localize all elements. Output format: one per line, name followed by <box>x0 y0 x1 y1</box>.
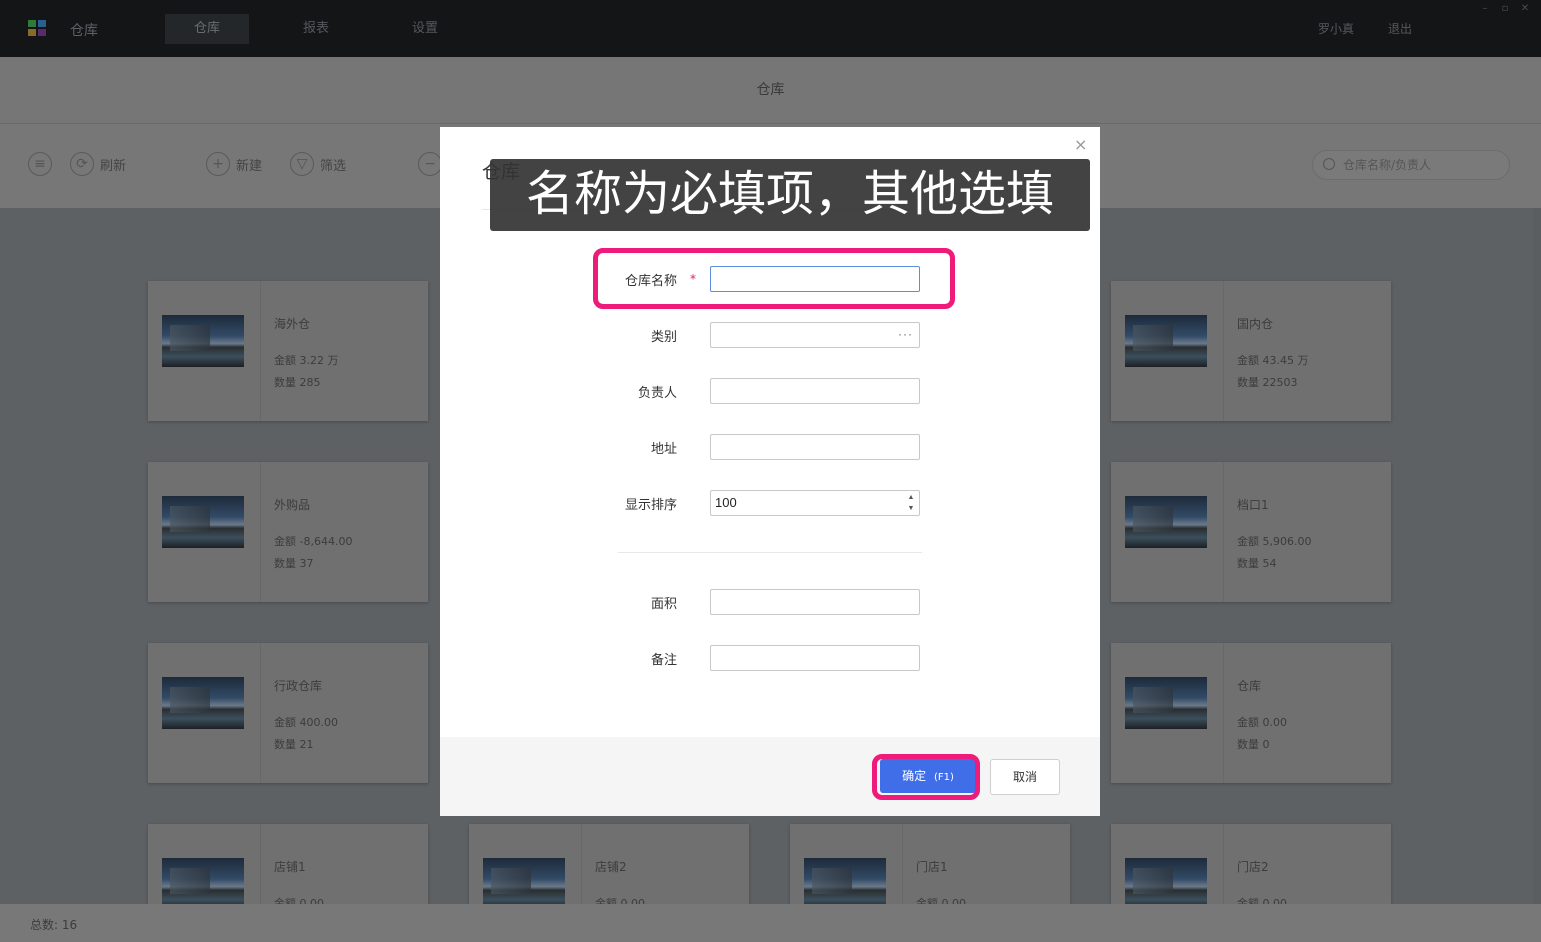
card-amount: 金额 0.00 <box>1237 897 1287 904</box>
new-label: 新建 <box>236 158 263 174</box>
card-amount: 金额 3.22 万 <box>274 354 339 367</box>
list-icon: ≡ <box>28 152 52 176</box>
top-bar: 仓库 仓库 报表 设置 罗小真 退出 – ▫ ✕ <box>0 0 1541 57</box>
area-label: 面积 <box>650 597 677 612</box>
category-label: 类别 <box>650 330 677 345</box>
warehouse-image <box>1125 315 1207 367</box>
warehouse-image <box>1125 677 1207 729</box>
filter-label: 筛选 <box>320 158 347 174</box>
window-close-icon[interactable]: ✕ <box>1518 4 1532 14</box>
card-name: 国内仓 <box>1237 317 1274 331</box>
scrollbar[interactable] <box>1533 208 1541 904</box>
refresh-label: 刷新 <box>100 158 127 174</box>
address-label: 地址 <box>650 442 677 457</box>
warehouse-card[interactable]: 门店1 金额 0.00 <box>790 824 1070 904</box>
owner-input[interactable] <box>710 378 920 404</box>
warehouse-card[interactable]: 海外仓 金额 3.22 万 数量 285 <box>148 281 428 421</box>
address-input[interactable] <box>710 434 920 460</box>
card-name: 行政仓库 <box>274 679 323 693</box>
card-amount: 金额 0.00 <box>916 897 966 904</box>
warehouse-card[interactable]: 店铺2 金额 0.00 <box>469 824 749 904</box>
remark-label: 备注 <box>650 653 677 668</box>
card-name: 门店2 <box>1237 860 1269 874</box>
warehouse-image <box>1125 496 1207 548</box>
card-name: 海外仓 <box>274 317 311 331</box>
warehouse-card[interactable]: 外购品 金额 -8,644.00 数量 37 <box>148 462 428 602</box>
user-name[interactable]: 罗小真 <box>1318 20 1354 37</box>
stepper-arrows-icon[interactable]: ▲ ▼ <box>906 492 916 514</box>
warehouse-image <box>162 677 244 729</box>
card-quantity: 数量 21 <box>274 738 314 751</box>
card-name: 店铺1 <box>274 860 306 874</box>
card-amount: 金额 -8,644.00 <box>274 535 353 548</box>
close-icon[interactable]: × <box>1074 135 1087 154</box>
sort-order-label: 显示排序 <box>624 498 677 513</box>
menu-button[interactable]: ≡ <box>28 152 52 176</box>
highlight-name-field <box>593 248 955 309</box>
page-header: 仓库 <box>0 57 1541 124</box>
warehouse-image <box>483 858 565 904</box>
delete-button[interactable]: − <box>418 152 442 176</box>
warehouse-card[interactable]: 仓库 金额 0.00 数量 0 <box>1111 643 1391 783</box>
area-input[interactable] <box>710 589 920 615</box>
card-amount: 金额 43.45 万 <box>1237 354 1309 367</box>
card-name: 门店1 <box>916 860 948 874</box>
warehouse-card[interactable]: 国内仓 金额 43.45 万 数量 22503 <box>1111 281 1391 421</box>
search-placeholder: 仓库名称/负责人 <box>1343 158 1432 172</box>
nav-tab-warehouse[interactable]: 仓库 <box>165 14 249 44</box>
search-icon <box>1323 158 1335 170</box>
card-amount: 金额 400.00 <box>274 716 338 729</box>
card-name: 档口1 <box>1237 498 1269 512</box>
card-name: 外购品 <box>274 498 311 512</box>
card-quantity: 数量 37 <box>274 557 314 570</box>
card-quantity: 数量 22503 <box>1237 376 1298 389</box>
section-divider <box>618 552 922 553</box>
new-button[interactable]: + 新建 <box>206 152 262 176</box>
nav-tab-report[interactable]: 报表 <box>274 14 358 44</box>
card-quantity: 数量 0 <box>1237 738 1270 751</box>
filter-icon: ▽ <box>290 152 314 176</box>
category-picker[interactable]: ··· <box>710 322 920 348</box>
card-amount: 金额 5,906.00 <box>1237 535 1312 548</box>
page-title: 仓库 <box>756 82 785 98</box>
maximize-icon[interactable]: ▫ <box>1498 4 1512 14</box>
warehouse-card[interactable]: 档口1 金额 5,906.00 数量 54 <box>1111 462 1391 602</box>
warehouse-card[interactable]: 行政仓库 金额 400.00 数量 21 <box>148 643 428 783</box>
warehouse-image <box>1125 858 1207 904</box>
warehouse-card[interactable]: 店铺1 金额 0.00 <box>148 824 428 904</box>
owner-label: 负责人 <box>637 386 677 401</box>
refresh-icon: ⟳ <box>70 152 94 176</box>
refresh-button[interactable]: ⟳ 刷新 <box>70 152 126 176</box>
card-quantity: 数量 54 <box>1237 557 1277 570</box>
app-title: 仓库 <box>70 23 98 39</box>
status-bar: 总数: 16 <box>0 904 1541 942</box>
warehouse-image <box>162 858 244 904</box>
warehouse-image <box>804 858 886 904</box>
minimize-icon[interactable]: – <box>1478 4 1492 14</box>
total-count: 总数: 16 <box>30 918 78 932</box>
cancel-button[interactable]: 取消 <box>990 759 1060 795</box>
minus-icon: − <box>418 152 442 176</box>
card-name: 仓库 <box>1237 679 1262 693</box>
warehouse-image <box>162 496 244 548</box>
warehouse-image <box>162 315 244 367</box>
search-input[interactable]: 仓库名称/负责人 <box>1312 150 1510 180</box>
card-quantity: 数量 285 <box>274 376 321 389</box>
sort-order-stepper[interactable]: 100 ▲ ▼ <box>710 490 920 516</box>
logout-link[interactable]: 退出 <box>1388 20 1412 37</box>
warehouse-card[interactable]: 门店2 金额 0.00 <box>1111 824 1391 904</box>
card-name: 店铺2 <box>595 860 627 874</box>
app-logo-icon <box>28 20 48 38</box>
sort-order-value: 100 <box>715 495 737 510</box>
tutorial-caption: 名称为必填项，其他选填 <box>490 159 1090 231</box>
plus-icon: + <box>206 152 230 176</box>
filter-button[interactable]: ▽ 筛选 <box>290 152 346 176</box>
highlight-confirm-button <box>872 754 980 800</box>
nav-tab-settings[interactable]: 设置 <box>383 14 467 44</box>
card-amount: 金额 0.00 <box>595 897 645 904</box>
remark-input[interactable] <box>710 645 920 671</box>
card-amount: 金额 0.00 <box>274 897 324 904</box>
more-icon[interactable]: ··· <box>898 327 913 341</box>
card-amount: 金额 0.00 <box>1237 716 1287 729</box>
